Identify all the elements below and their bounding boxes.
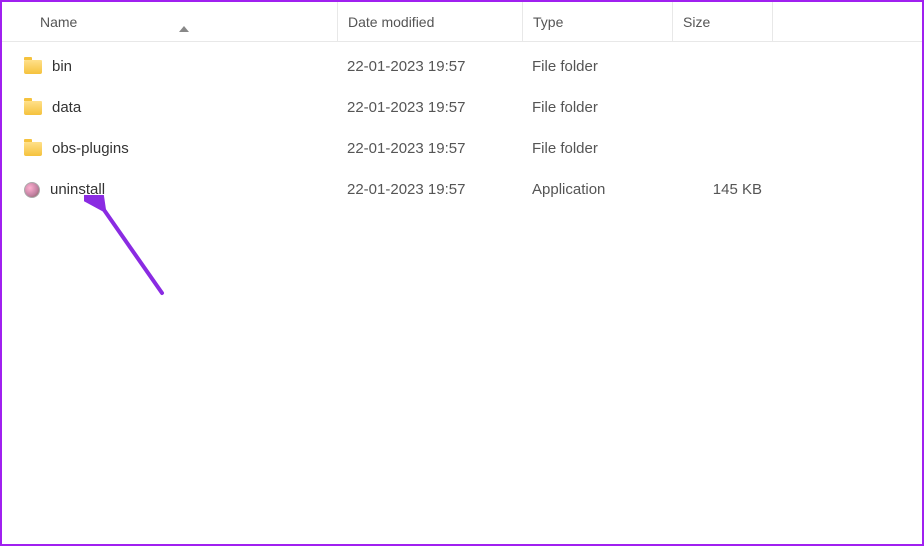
- application-icon: [24, 182, 40, 198]
- file-name: bin: [52, 58, 72, 75]
- file-size: 145 KB: [672, 181, 772, 198]
- column-header-size-label: Size: [683, 14, 710, 30]
- column-header-type[interactable]: Type: [522, 2, 672, 41]
- column-header-date[interactable]: Date modified: [337, 2, 522, 41]
- file-date: 22-01-2023 19:57: [337, 58, 522, 75]
- list-item[interactable]: bin 22-01-2023 19:57 File folder: [2, 46, 922, 87]
- folder-icon: [24, 142, 42, 156]
- folder-icon: [24, 101, 42, 115]
- file-type: Application: [522, 181, 672, 198]
- list-item[interactable]: data 22-01-2023 19:57 File folder: [2, 87, 922, 128]
- file-date: 22-01-2023 19:57: [337, 99, 522, 116]
- file-type: File folder: [522, 58, 672, 75]
- file-name: data: [52, 99, 81, 116]
- file-name: obs-plugins: [52, 140, 129, 157]
- column-header-name-label: Name: [40, 14, 77, 30]
- file-date: 22-01-2023 19:57: [337, 140, 522, 157]
- column-header-size[interactable]: Size: [672, 2, 772, 41]
- file-name: uninstall: [50, 181, 105, 198]
- sort-ascending-icon: [179, 26, 189, 32]
- column-header-row: Name Date modified Type Size: [2, 2, 922, 42]
- column-header-date-label: Date modified: [348, 14, 434, 30]
- file-type: File folder: [522, 99, 672, 116]
- file-type: File folder: [522, 140, 672, 157]
- file-date: 22-01-2023 19:57: [337, 181, 522, 198]
- list-item[interactable]: uninstall 22-01-2023 19:57 Application 1…: [2, 169, 922, 210]
- arrow-annotation-icon: [84, 195, 174, 305]
- column-header-name[interactable]: Name: [2, 14, 337, 30]
- file-list: bin 22-01-2023 19:57 File folder data 22…: [2, 42, 922, 210]
- folder-icon: [24, 60, 42, 74]
- column-header-type-label: Type: [533, 14, 563, 30]
- column-header-end: [772, 2, 922, 41]
- list-item[interactable]: obs-plugins 22-01-2023 19:57 File folder: [2, 128, 922, 169]
